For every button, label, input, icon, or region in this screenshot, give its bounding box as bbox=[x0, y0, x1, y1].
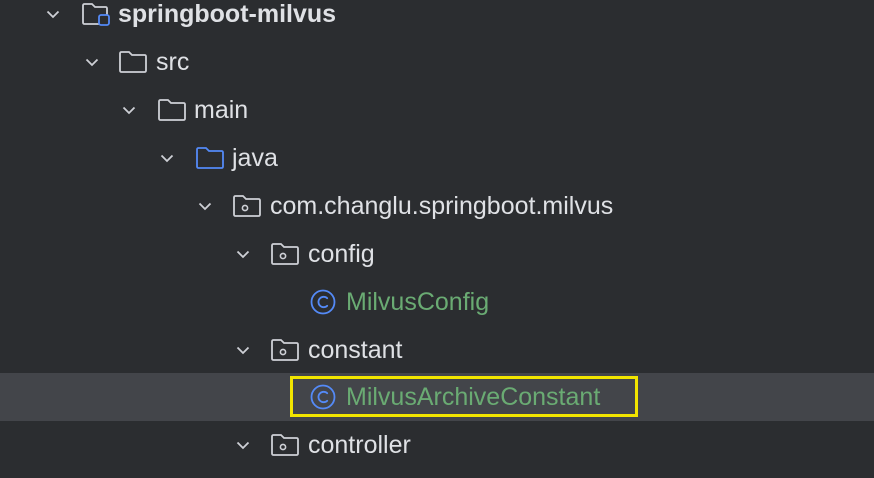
chevron-down-icon[interactable] bbox=[160, 151, 174, 165]
tree-label-config: config bbox=[308, 240, 375, 268]
folder-icon bbox=[119, 51, 147, 73]
tree-row-milvus-config[interactable]: MilvusConfig bbox=[0, 278, 874, 326]
tree-row-springboot-milvus[interactable]: springboot-milvus bbox=[0, 0, 874, 38]
tree-label-package: com.changlu.springboot.milvus bbox=[270, 192, 614, 220]
package-icon bbox=[271, 243, 299, 265]
chevron-down-icon[interactable] bbox=[236, 247, 250, 261]
tree-label-constant: constant bbox=[308, 336, 403, 364]
tree-row-constant[interactable]: constant bbox=[0, 326, 874, 374]
tree-label-milvus-archive-constant: MilvusArchiveConstant bbox=[346, 383, 601, 411]
chevron-down-icon[interactable] bbox=[198, 199, 212, 213]
tree-label-java: java bbox=[232, 144, 278, 172]
module-folder-icon bbox=[82, 3, 110, 26]
package-icon bbox=[271, 339, 299, 361]
tree-row-java[interactable]: java bbox=[0, 134, 874, 182]
tree-row-main[interactable]: main bbox=[0, 86, 874, 134]
tree-row-package[interactable]: com.changlu.springboot.milvus bbox=[0, 182, 874, 230]
chevron-down-icon[interactable] bbox=[236, 343, 250, 357]
tree-row-controller[interactable]: controller bbox=[0, 421, 874, 469]
tree-label-src: src bbox=[156, 48, 190, 76]
tree-label-main: main bbox=[194, 96, 249, 124]
project-tree: springboot-milvus src main java com.chan… bbox=[0, 0, 874, 478]
tree-row-src[interactable]: src bbox=[0, 38, 874, 86]
tree-row-config[interactable]: config bbox=[0, 230, 874, 278]
tree-label-controller: controller bbox=[308, 431, 411, 459]
tree-label-milvus-config: MilvusConfig bbox=[346, 288, 490, 316]
tree-row-milvus-archive-constant[interactable]: MilvusArchiveConstant bbox=[0, 373, 874, 421]
chevron-down-icon[interactable] bbox=[46, 7, 60, 21]
chevron-down-icon[interactable] bbox=[236, 438, 250, 452]
class-icon bbox=[310, 289, 336, 315]
package-icon bbox=[233, 195, 261, 217]
chevron-down-icon[interactable] bbox=[85, 55, 99, 69]
package-icon bbox=[271, 434, 299, 456]
source-root-icon bbox=[196, 147, 224, 169]
tree-label-module: springboot-milvus bbox=[118, 0, 337, 28]
chevron-down-icon[interactable] bbox=[122, 103, 136, 117]
class-icon bbox=[310, 384, 336, 410]
folder-icon bbox=[158, 99, 186, 121]
